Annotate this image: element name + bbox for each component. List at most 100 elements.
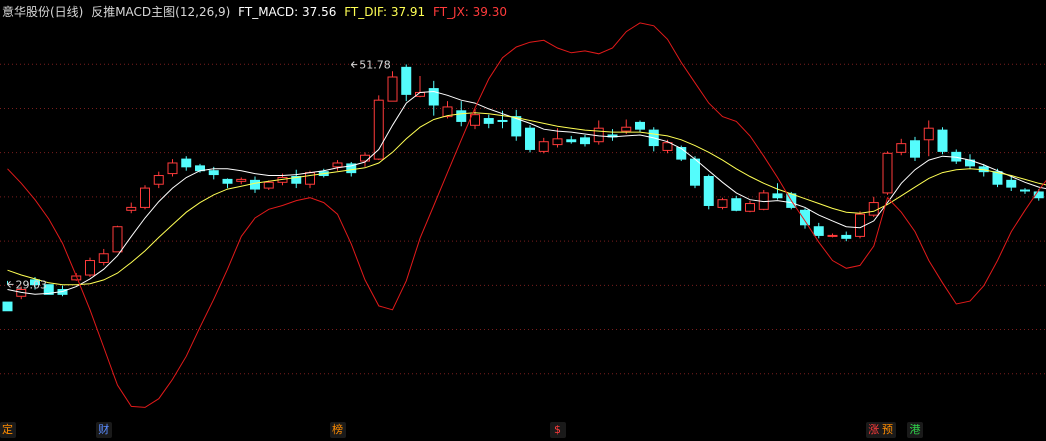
down-candle — [703, 174, 714, 210]
down-candle — [401, 64, 412, 102]
down-candle — [511, 109, 522, 141]
candle-body — [896, 143, 907, 153]
event-marker[interactable]: 财 — [95, 422, 112, 438]
candle-body — [552, 138, 563, 146]
up-candle — [538, 137, 549, 154]
extreme-arrow — [350, 61, 358, 68]
kline-chart-panel[interactable]: 意华股份(日线) 反推MACD主图(12,26,9) FT_MACD: 37.5… — [0, 0, 1046, 441]
down-candle — [607, 129, 618, 141]
candle-body — [525, 127, 535, 150]
up-candle — [827, 233, 838, 238]
up-candle — [923, 120, 934, 157]
up-candle — [98, 248, 109, 266]
down-candle — [910, 136, 920, 162]
event-marker[interactable]: 定 — [0, 422, 16, 438]
event-marker[interactable]: 预 — [879, 422, 896, 438]
down-candle — [566, 135, 577, 144]
down-candle — [1006, 176, 1017, 191]
down-candle — [1020, 188, 1030, 194]
up-candle — [470, 108, 480, 130]
up-candle — [112, 225, 123, 253]
candle-body — [360, 154, 370, 162]
event-marker[interactable]: $ — [549, 422, 566, 438]
candle-body — [923, 127, 934, 141]
down-candle — [483, 114, 494, 129]
candle-body — [745, 203, 755, 212]
candle-body — [855, 213, 865, 237]
candle-body — [483, 118, 494, 124]
candle-body — [662, 142, 673, 151]
candle-body — [868, 202, 879, 216]
up-candle — [593, 120, 604, 145]
candle-body — [167, 162, 178, 175]
down-candle — [676, 145, 687, 162]
candle-body — [580, 137, 590, 145]
candle-body — [1020, 189, 1030, 192]
candle-body — [387, 76, 398, 102]
candle-body — [153, 175, 164, 185]
candle-body — [85, 260, 95, 276]
up-candle — [387, 71, 398, 102]
ft-jx-line — [7, 22, 1046, 408]
down-candle — [690, 156, 700, 189]
candle-body — [181, 158, 192, 168]
candle-body — [621, 126, 632, 132]
event-marker[interactable]: 港 — [907, 422, 923, 438]
up-candle — [717, 197, 728, 210]
up-candle — [882, 151, 893, 195]
candle-body — [635, 121, 645, 130]
up-candle — [758, 190, 769, 211]
candle-body — [800, 209, 810, 226]
down-candle — [250, 176, 260, 193]
up-candle — [236, 177, 247, 185]
up-candle — [85, 257, 95, 277]
candle-body — [140, 187, 150, 208]
candle-body — [236, 178, 247, 182]
down-candle — [648, 127, 659, 152]
candle-body — [2, 301, 13, 312]
price-chart[interactable]: 51.78 29.03 — [0, 0, 1046, 441]
up-candle — [745, 200, 755, 213]
up-candle — [373, 95, 384, 161]
candle-body — [882, 152, 893, 194]
down-candle — [635, 120, 645, 133]
candle-body — [717, 199, 728, 208]
down-candle — [428, 80, 439, 116]
up-candle — [140, 185, 150, 210]
candle-body — [937, 129, 948, 152]
up-candle — [415, 76, 425, 98]
down-candle — [731, 195, 742, 212]
candle-body — [126, 206, 137, 211]
down-candle — [772, 183, 783, 200]
down-candle — [580, 134, 590, 147]
candle-body — [690, 158, 700, 186]
down-candle — [291, 169, 302, 189]
up-candle — [167, 159, 178, 177]
candle-body — [222, 178, 233, 184]
event-marker[interactable]: 榜 — [329, 422, 346, 438]
down-candle — [841, 231, 852, 242]
candle-body — [332, 162, 343, 168]
candle-body — [250, 179, 260, 190]
candle-body — [538, 141, 549, 152]
candle-body — [910, 140, 920, 158]
down-candle — [57, 285, 68, 297]
up-candle — [855, 211, 865, 239]
candle-body — [208, 170, 219, 176]
down-candle — [937, 127, 948, 155]
up-candle — [868, 196, 879, 218]
candle-body — [305, 172, 315, 185]
candle-body — [841, 234, 852, 239]
candle-body — [98, 253, 109, 263]
down-candle — [813, 222, 824, 239]
extreme-label: 51.78 — [359, 59, 391, 72]
candle-body — [703, 175, 714, 206]
candle-body — [373, 99, 384, 160]
candle-body — [401, 66, 412, 95]
down-candle — [525, 125, 535, 153]
candle-body — [456, 110, 467, 122]
up-candle — [126, 202, 137, 214]
candle-body — [813, 226, 824, 236]
extreme-label: 29.03 — [16, 278, 48, 291]
extreme-arrow — [7, 281, 14, 288]
